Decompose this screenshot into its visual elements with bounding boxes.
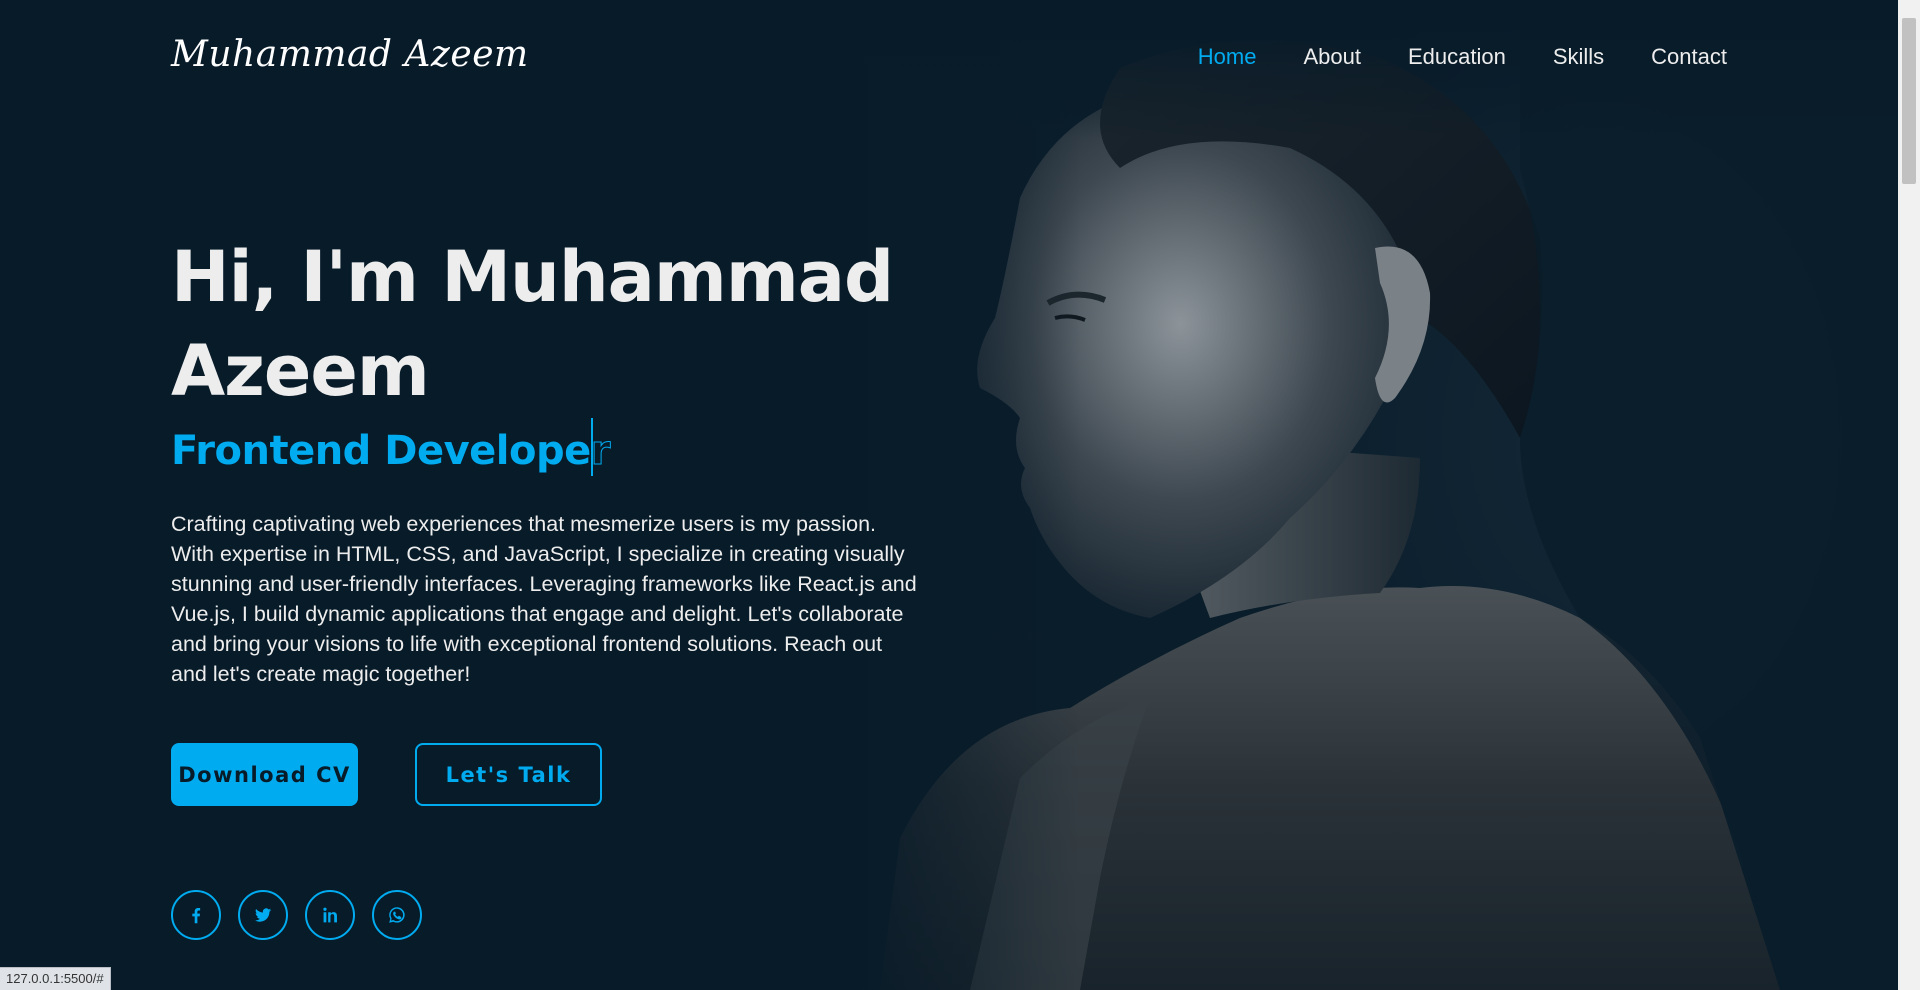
status-url-bar: 127.0.0.1:5500/#	[0, 967, 111, 990]
nav-education-link[interactable]: Education	[1408, 44, 1506, 70]
download-cv-button[interactable]: Download CV	[171, 743, 358, 806]
page-scrollbar[interactable]	[1898, 0, 1920, 990]
hero-buttons: Download CV Let's Talk	[171, 743, 931, 806]
linkedin-icon	[323, 907, 337, 923]
social-links	[171, 890, 422, 940]
hero-description: Crafting captivating web experiences tha…	[171, 512, 917, 686]
facebook-icon	[192, 907, 201, 924]
nav-home-link[interactable]: Home	[1198, 44, 1257, 70]
whatsapp-icon	[389, 907, 405, 923]
whatsapp-link[interactable]	[372, 890, 422, 940]
role-typed-text: Frontend Develope	[171, 428, 591, 474]
facebook-link[interactable]	[171, 890, 221, 940]
portfolio-page: Muhammad Azeem Home About Education Skil…	[0, 0, 1920, 990]
nav-about-link[interactable]: About	[1303, 44, 1361, 70]
hero-role-typing: Frontend Developer	[171, 418, 611, 481]
twitter-link[interactable]	[238, 890, 288, 940]
site-header: Muhammad Azeem Home About Education Skil…	[0, 0, 1898, 120]
hero-heading: Hi, I'm Muhammad Azeem	[171, 236, 894, 412]
nav-contact-link[interactable]: Contact	[1651, 44, 1727, 70]
scrollbar-thumb[interactable]	[1902, 18, 1916, 184]
hero-section: Hi, I'm Muhammad Azeem Frontend Develope…	[171, 230, 931, 806]
twitter-icon	[254, 908, 272, 922]
role-pending-text: r	[590, 428, 611, 475]
nav-skills-link[interactable]: Skills	[1553, 44, 1604, 70]
site-logo[interactable]: Muhammad Azeem	[171, 34, 529, 75]
hero-portrait-image	[820, 18, 1900, 990]
linkedin-link[interactable]	[305, 890, 355, 940]
main-nav: Home About Education Skills Contact	[1198, 44, 1727, 70]
lets-talk-button[interactable]: Let's Talk	[415, 743, 602, 806]
